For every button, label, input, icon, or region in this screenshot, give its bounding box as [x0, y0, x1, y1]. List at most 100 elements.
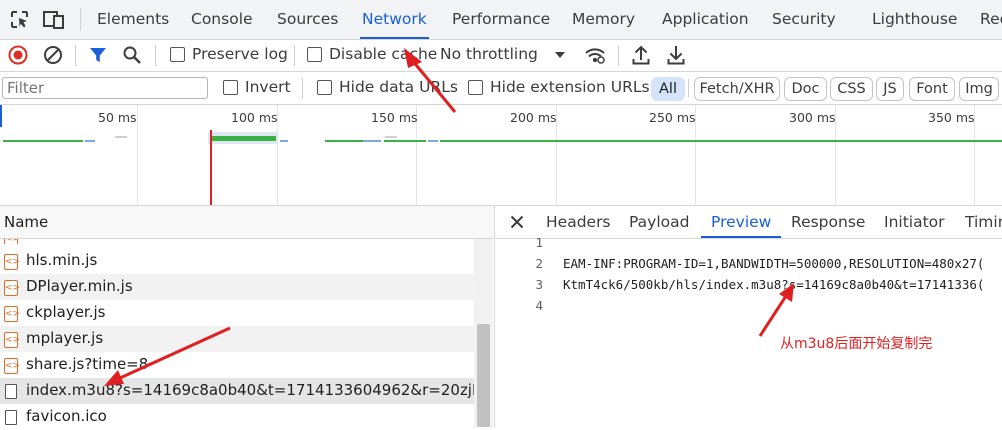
- export-har-icon[interactable]: [667, 44, 685, 66]
- divider: [294, 45, 295, 66]
- request-list-scrollbar[interactable]: [474, 239, 493, 427]
- list-item[interactable]: <> mplayer.js: [0, 326, 474, 352]
- list-item[interactable]: <> hls.min.js: [0, 248, 474, 274]
- filter-icon[interactable]: [89, 46, 107, 64]
- timeline-tick-label: 100 ms: [231, 110, 278, 125]
- code-line[interactable]: KtmT4ck6/500kb/hls/index.m3u8?s=14169c8a…: [563, 277, 984, 292]
- tab-elements[interactable]: Elements: [97, 0, 169, 39]
- filter-type-js[interactable]: JS: [876, 77, 904, 101]
- record-icon[interactable]: [8, 45, 28, 65]
- request-name: DPlayer.min.js: [26, 277, 133, 295]
- filter-type-doc[interactable]: Doc: [784, 77, 827, 101]
- timeline-bar: [115, 136, 127, 138]
- timeline-selection-edge[interactable]: [0, 105, 2, 127]
- timeline-tick-label: 350 ms: [928, 110, 975, 125]
- search-icon[interactable]: [122, 45, 142, 65]
- divider: [688, 79, 689, 97]
- tab-response[interactable]: Response: [791, 206, 865, 238]
- divider: [80, 8, 81, 31]
- inspect-element-icon[interactable]: [10, 10, 29, 29]
- tab-performance[interactable]: Performance: [452, 0, 550, 39]
- close-icon[interactable]: [510, 215, 524, 229]
- list-item[interactable]: <> DPlayer.min.js: [0, 274, 474, 300]
- disable-cache-checkbox[interactable]: [307, 47, 322, 62]
- request-details-pane: Headers Payload Preview Response Initiat…: [494, 206, 1002, 427]
- list-item-selected[interactable]: index.m3u8?s=14169c8a0b40&t=171413360496…: [0, 378, 493, 404]
- request-name: favicon.ico: [26, 407, 107, 425]
- filter-type-all[interactable]: All: [651, 77, 685, 101]
- request-list-header: Name: [0, 206, 493, 239]
- script-file-icon: <>: [4, 254, 20, 270]
- clear-icon[interactable]: [43, 45, 63, 65]
- timeline-tick-label: 300 ms: [789, 110, 836, 125]
- script-file-icon: <>: [4, 306, 20, 322]
- timeline-bar: [325, 140, 363, 142]
- code-line[interactable]: EAM-INF:PROGRAM-ID=1,BANDWIDTH=500000,RE…: [563, 256, 984, 271]
- import-har-icon[interactable]: [632, 44, 650, 66]
- filter-type-fetch-xhr[interactable]: Fetch/XHR: [694, 77, 780, 101]
- invert-checkbox[interactable]: [223, 80, 238, 95]
- load-event-marker: [210, 130, 212, 205]
- tab-headers[interactable]: Headers: [546, 206, 611, 238]
- hide-data-urls-checkbox[interactable]: [317, 80, 332, 95]
- filter-type-img[interactable]: Img: [959, 77, 999, 101]
- line-number: 1: [535, 235, 543, 250]
- timeline-bar: [440, 140, 1002, 142]
- tab-security[interactable]: Security: [772, 0, 836, 39]
- list-item[interactable]: <> share.js?time=8: [0, 352, 474, 378]
- hide-extension-urls-checkbox[interactable]: [468, 80, 483, 95]
- tab-network[interactable]: Network: [360, 0, 429, 39]
- tab-preview[interactable]: Preview: [700, 206, 782, 238]
- hide-data-urls-label[interactable]: Hide data URLs: [339, 78, 458, 96]
- tab-lighthouse[interactable]: Lighthouse: [872, 0, 957, 39]
- tab-memory[interactable]: Memory: [572, 0, 635, 39]
- timeline-tick-label: 250 ms: [649, 110, 696, 125]
- details-tab-bar: Headers Payload Preview Response Initiat…: [495, 206, 1002, 239]
- timeline-bar: [85, 140, 95, 142]
- dropdown-arrow-icon[interactable]: [554, 50, 566, 60]
- tab-console[interactable]: Console: [191, 0, 253, 39]
- timeline-bar: [428, 140, 438, 142]
- tab-application[interactable]: Application: [662, 0, 749, 39]
- list-item[interactable]: favicon.ico: [0, 404, 474, 430]
- list-item[interactable]: <> ckplayer.js: [0, 300, 474, 326]
- scrollbar-thumb[interactable]: [477, 324, 490, 427]
- request-name: ckplayer.js: [26, 303, 106, 321]
- request-name: share.js?time=8: [26, 355, 149, 373]
- filter-input[interactable]: [2, 77, 208, 99]
- hide-extension-urls-label[interactable]: Hide extension URLs: [490, 78, 650, 96]
- line-number: 4: [535, 298, 543, 313]
- tab-payload[interactable]: Payload: [629, 206, 689, 238]
- list-item[interactable]: <>: [0, 239, 474, 244]
- tab-sources[interactable]: Sources: [277, 0, 338, 39]
- divider: [155, 45, 156, 66]
- column-header-name[interactable]: Name: [4, 213, 48, 231]
- request-name: hls.min.js: [26, 251, 98, 269]
- network-overview[interactable]: 50 ms 100 ms 150 ms 200 ms 250 ms 300 ms…: [0, 105, 1002, 206]
- invert-label[interactable]: Invert: [245, 78, 291, 96]
- tab-timing[interactable]: Timin: [965, 206, 1002, 238]
- request-list: Name <> <> hls.min.js <> DPlayer.min.js …: [0, 206, 493, 427]
- timeline-bar: [3, 140, 83, 142]
- document-icon: [5, 384, 17, 399]
- divider: [618, 45, 619, 66]
- preserve-log-label[interactable]: Preserve log: [192, 45, 288, 63]
- line-number: 2: [535, 256, 543, 271]
- line-number: 3: [535, 277, 543, 292]
- tab-recorder[interactable]: Rec: [980, 0, 1002, 39]
- disable-cache-label[interactable]: Disable cache: [329, 45, 437, 63]
- network-conditions-icon[interactable]: [584, 46, 606, 64]
- timeline-tick-label: 200 ms: [510, 110, 557, 125]
- divider: [302, 78, 303, 99]
- annotation-text: 从m3u8后面开始复制完: [780, 336, 933, 352]
- device-toolbar-icon[interactable]: [43, 10, 65, 29]
- network-toolbar: Preserve log Disable cache No throttling: [0, 40, 1002, 72]
- filter-type-css[interactable]: CSS: [830, 77, 873, 101]
- timeline-bar: [384, 140, 426, 142]
- timeline-bar: [385, 136, 397, 138]
- tab-initiator[interactable]: Initiator: [884, 206, 945, 238]
- preserve-log-checkbox[interactable]: [170, 47, 185, 62]
- throttling-select[interactable]: No throttling: [440, 45, 538, 63]
- timeline-tick-label: 50 ms: [98, 110, 137, 125]
- filter-type-font[interactable]: Font: [909, 77, 955, 101]
